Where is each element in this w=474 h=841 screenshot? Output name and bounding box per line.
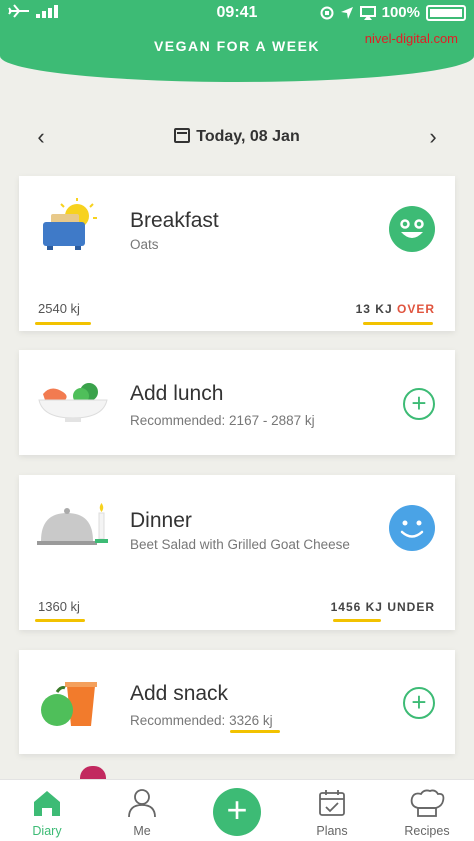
meal-card-dinner[interactable]: Dinner Beet Salad with Grilled Goat Chee… <box>19 475 455 630</box>
kj-status: 13 KJ OVER <box>356 302 435 316</box>
meal-card-breakfast[interactable]: Breakfast Oats 2540 kj 13 KJ OVER <box>19 176 455 331</box>
kj-difference: 13 KJ <box>355 302 393 316</box>
watermark: nivel-digital.com <box>364 31 458 46</box>
consumed-kj: 2540 kj <box>38 301 80 316</box>
calendar-icon <box>174 128 191 143</box>
location-icon <box>340 6 353 19</box>
highlight-underline <box>35 322 91 325</box>
rotation-lock-icon <box>320 6 334 19</box>
apple-juice-icon <box>41 682 97 726</box>
battery-percent: 100% <box>381 4 420 21</box>
next-day-button[interactable]: › <box>418 124 448 150</box>
tab-label: Me <box>133 824 151 838</box>
toaster-sun-icon <box>43 198 97 250</box>
tab-diary[interactable]: Diary <box>0 788 94 838</box>
salad-bowl-icon <box>38 383 108 422</box>
highlight-underline <box>230 730 280 733</box>
over-label: OVER <box>396 302 435 316</box>
happy-face-icon <box>389 206 435 252</box>
meal-card-snack[interactable]: Add snack Recommended: 3326 kj + <box>19 650 455 754</box>
tab-label: Recipes <box>404 824 450 838</box>
meal-subtitle: Recommended: 2167 - 2887 kj <box>130 413 315 428</box>
airplay-icon <box>359 5 376 20</box>
person-icon <box>128 789 156 818</box>
next-card-illustration <box>80 766 106 780</box>
meal-title: Add lunch <box>130 382 224 405</box>
consumed-kj: 1360 kj <box>38 599 80 614</box>
meal-subtitle: Beet Salad with Grilled Goat Cheese <box>130 537 350 552</box>
meal-subtitle: Oats <box>130 237 159 252</box>
meal-subtitle: Recommended: 3326 kj <box>130 713 273 728</box>
date-navigation: ‹ Today, 08 Jan › <box>0 120 474 156</box>
under-label: UNDER <box>387 600 435 614</box>
tab-plans[interactable]: Plans <box>285 788 379 838</box>
chef-hat-icon <box>410 789 445 817</box>
smile-face-icon <box>389 505 435 551</box>
calendar-check-icon <box>319 790 345 816</box>
status-bar: 09:41 100% <box>0 4 474 24</box>
highlight-underline <box>333 619 381 622</box>
tab-me[interactable]: Me <box>95 788 189 838</box>
kj-status: 1456 KJ UNDER <box>331 600 435 614</box>
add-snack-button[interactable]: + <box>403 687 435 719</box>
highlight-underline <box>35 619 85 622</box>
date-text: Today, 08 Jan <box>196 128 300 145</box>
meal-title: Breakfast <box>130 209 219 232</box>
status-right: 100% <box>320 4 466 21</box>
kj-difference: 1456 KJ <box>330 600 383 614</box>
highlight-underline <box>363 322 433 325</box>
home-icon <box>34 791 60 816</box>
add-lunch-button[interactable]: + <box>403 388 435 420</box>
add-entry-fab[interactable]: + <box>213 788 261 836</box>
recommended-prefix: Recommended: <box>130 713 230 728</box>
meal-title: Dinner <box>130 509 192 532</box>
battery-icon <box>426 4 466 21</box>
tab-label: Diary <box>32 824 62 838</box>
date-label[interactable]: Today, 08 Jan <box>0 128 474 146</box>
tab-recipes[interactable]: Recipes <box>380 788 474 838</box>
tab-label: Plans <box>316 824 348 838</box>
cloche-candle-icon <box>37 503 108 545</box>
meal-card-lunch[interactable]: Add lunch Recommended: 2167 - 2887 kj + <box>19 350 455 455</box>
recommended-kj: 3326 kj <box>229 713 273 728</box>
meal-title: Add snack <box>130 682 229 705</box>
